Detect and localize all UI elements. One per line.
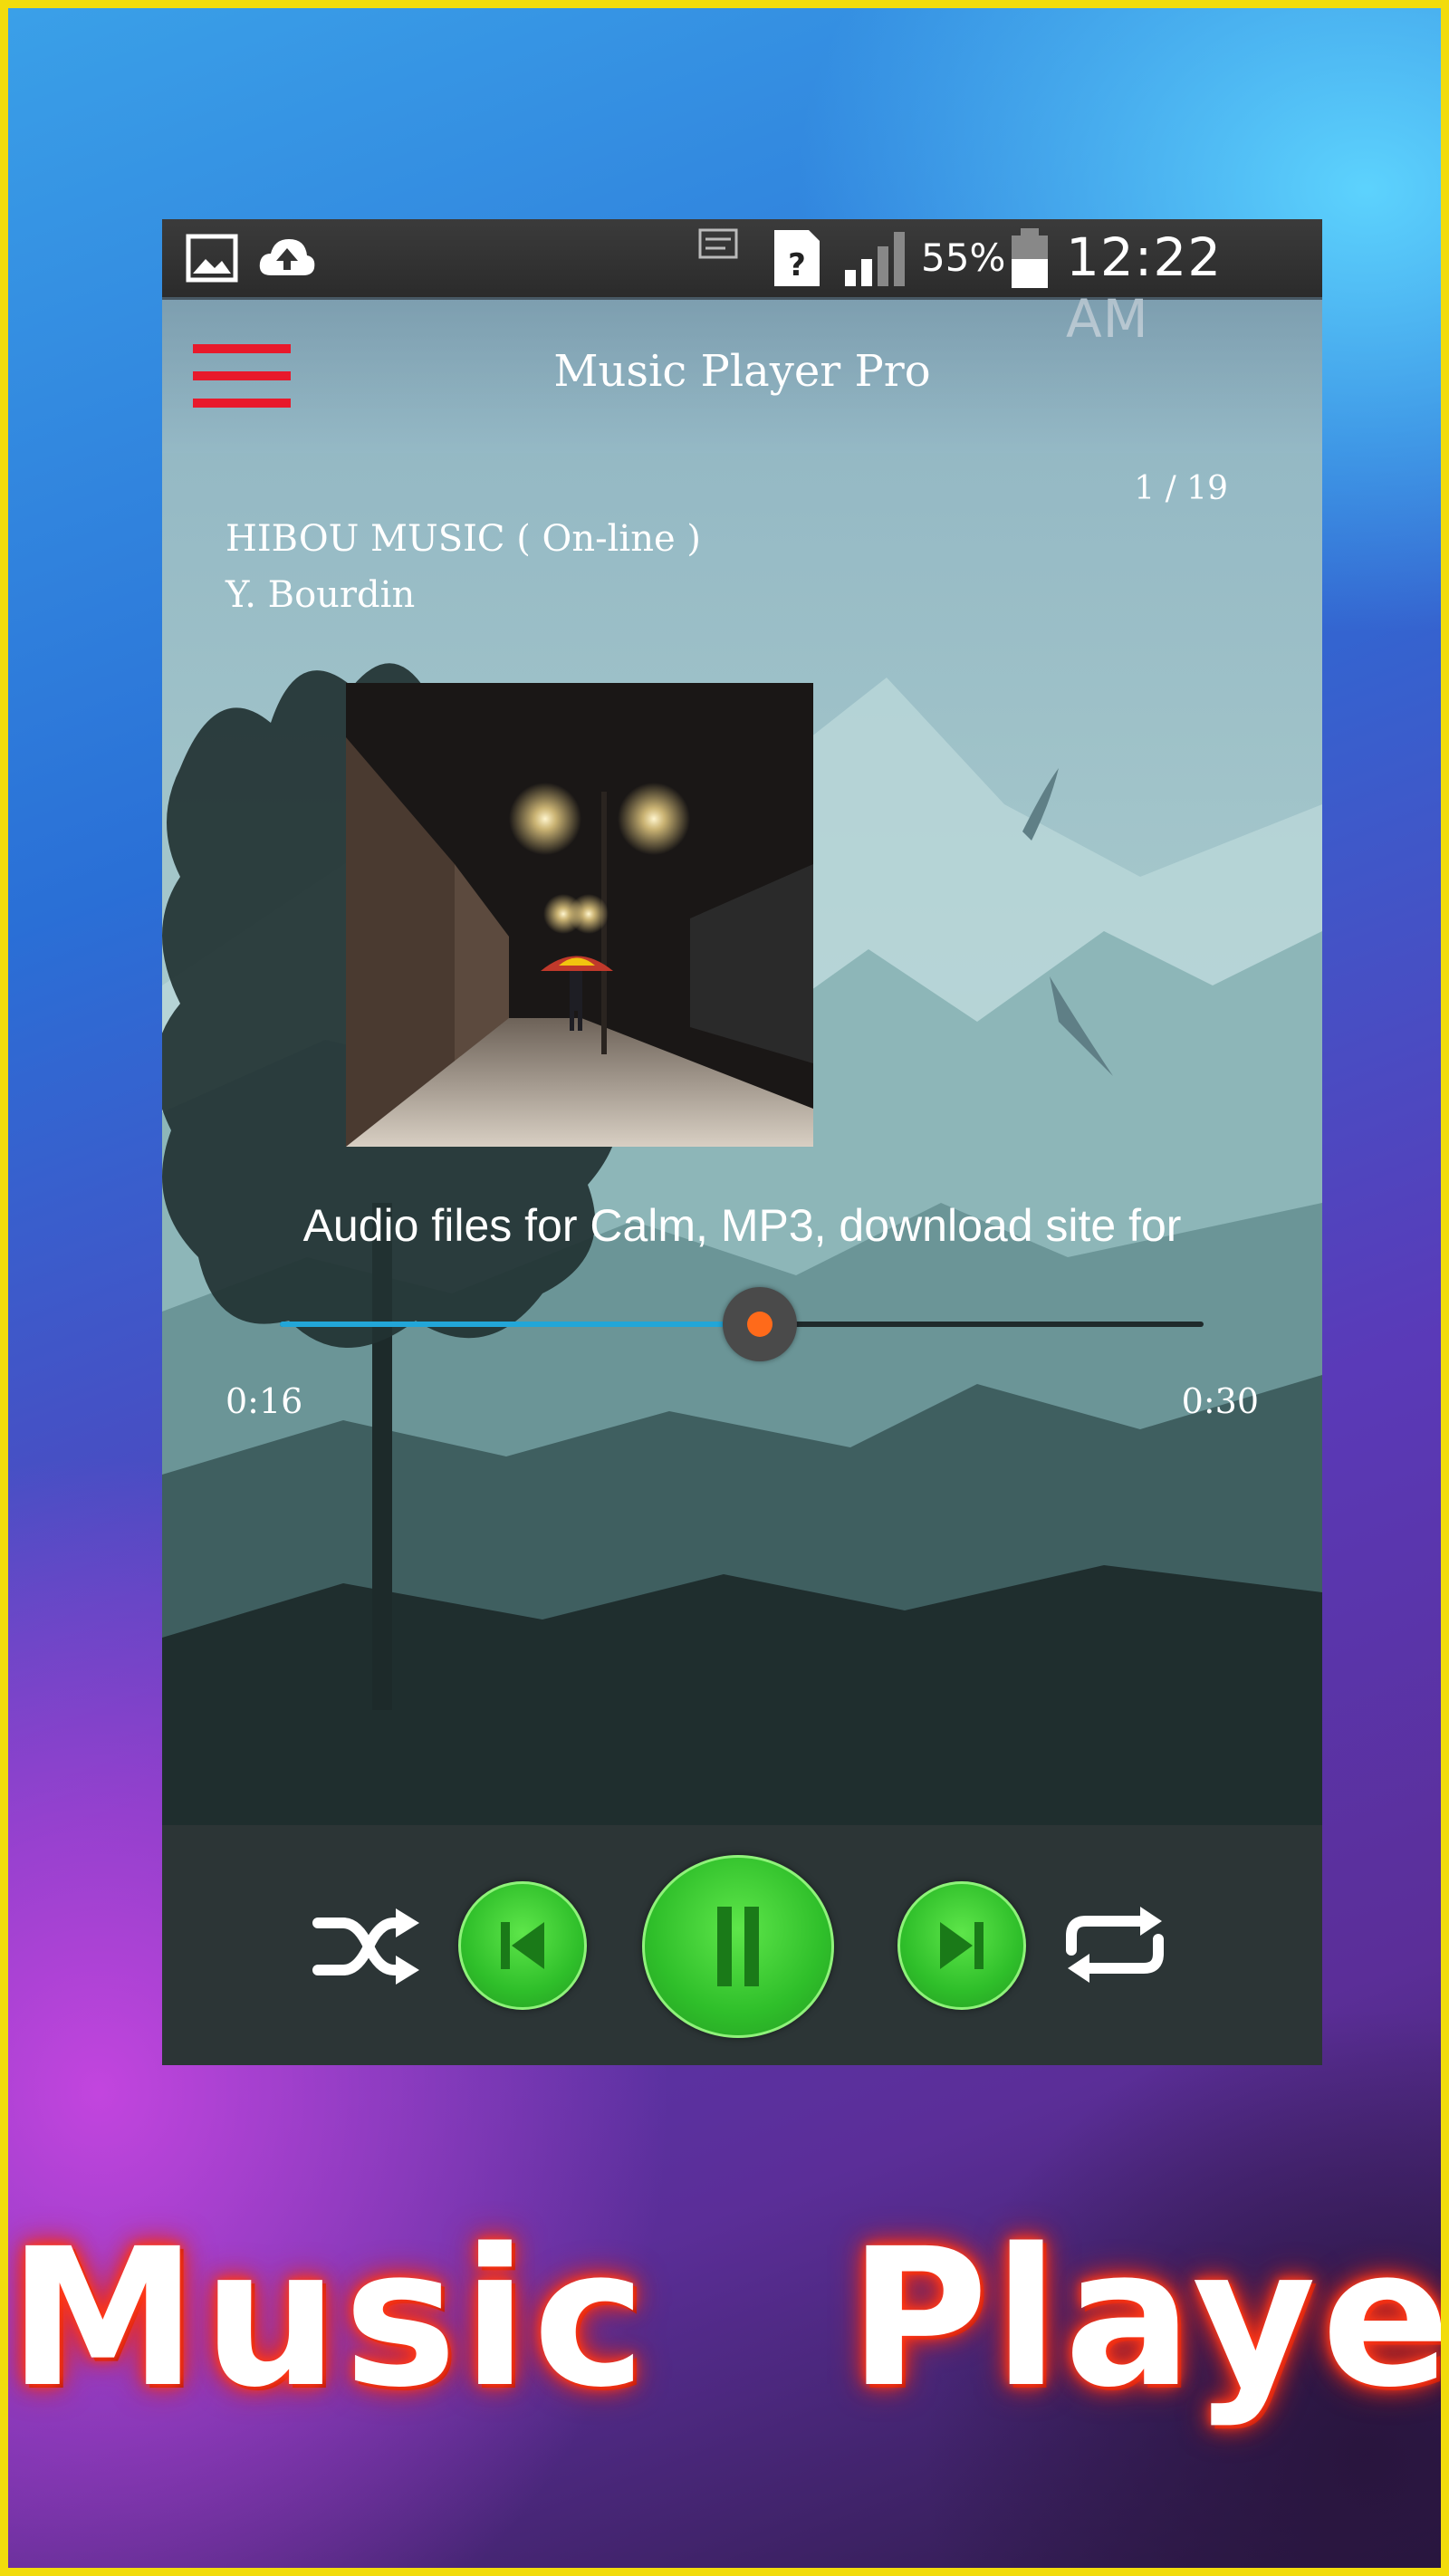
phone-screen: ? 55% 12:22 AM Music Pla (162, 219, 1322, 2065)
track-counter: 1 / 19 (1134, 470, 1228, 507)
album-art (346, 683, 813, 1147)
battery-icon (1012, 228, 1048, 288)
app-title: Music Player Pro (553, 346, 931, 397)
shuffle-icon[interactable] (312, 1903, 423, 1990)
status-bar: ? 55% 12:22 AM (162, 219, 1322, 350)
pause-button[interactable] (642, 1855, 834, 2038)
seek-progress (280, 1322, 761, 1327)
repeat-icon[interactable] (1059, 1899, 1171, 1990)
seek-bar[interactable] (280, 1287, 1204, 1361)
promo-frame: ? 55% 12:22 AM Music Pla (0, 0, 1449, 2576)
pause-icon (717, 1907, 759, 1986)
track-artist: Y. Bourdin (226, 574, 416, 616)
previous-icon (501, 1922, 544, 1969)
next-button[interactable] (897, 1881, 1026, 2010)
previous-button[interactable] (458, 1881, 587, 2010)
notification-icon (698, 228, 738, 259)
svg-text:?: ? (788, 247, 806, 284)
image-icon (186, 234, 238, 283)
seek-thumb[interactable] (723, 1287, 798, 1361)
track-description: Audio files for Calm, MP3, download site… (302, 1200, 1182, 1251)
track-title: HIBOU MUSIC ( On-line ) (226, 518, 701, 560)
next-icon (940, 1922, 984, 1969)
total-time: 0:30 (1181, 1381, 1259, 1421)
current-time: 0:16 (226, 1381, 303, 1421)
promo-title: Music Player (8, 2207, 1449, 2429)
playback-controls (162, 1825, 1322, 2065)
sim-unknown-icon: ? (774, 230, 820, 286)
battery-percentage: 55% (921, 235, 1006, 280)
signal-icon (845, 232, 905, 286)
cloud-upload-icon (259, 239, 315, 275)
